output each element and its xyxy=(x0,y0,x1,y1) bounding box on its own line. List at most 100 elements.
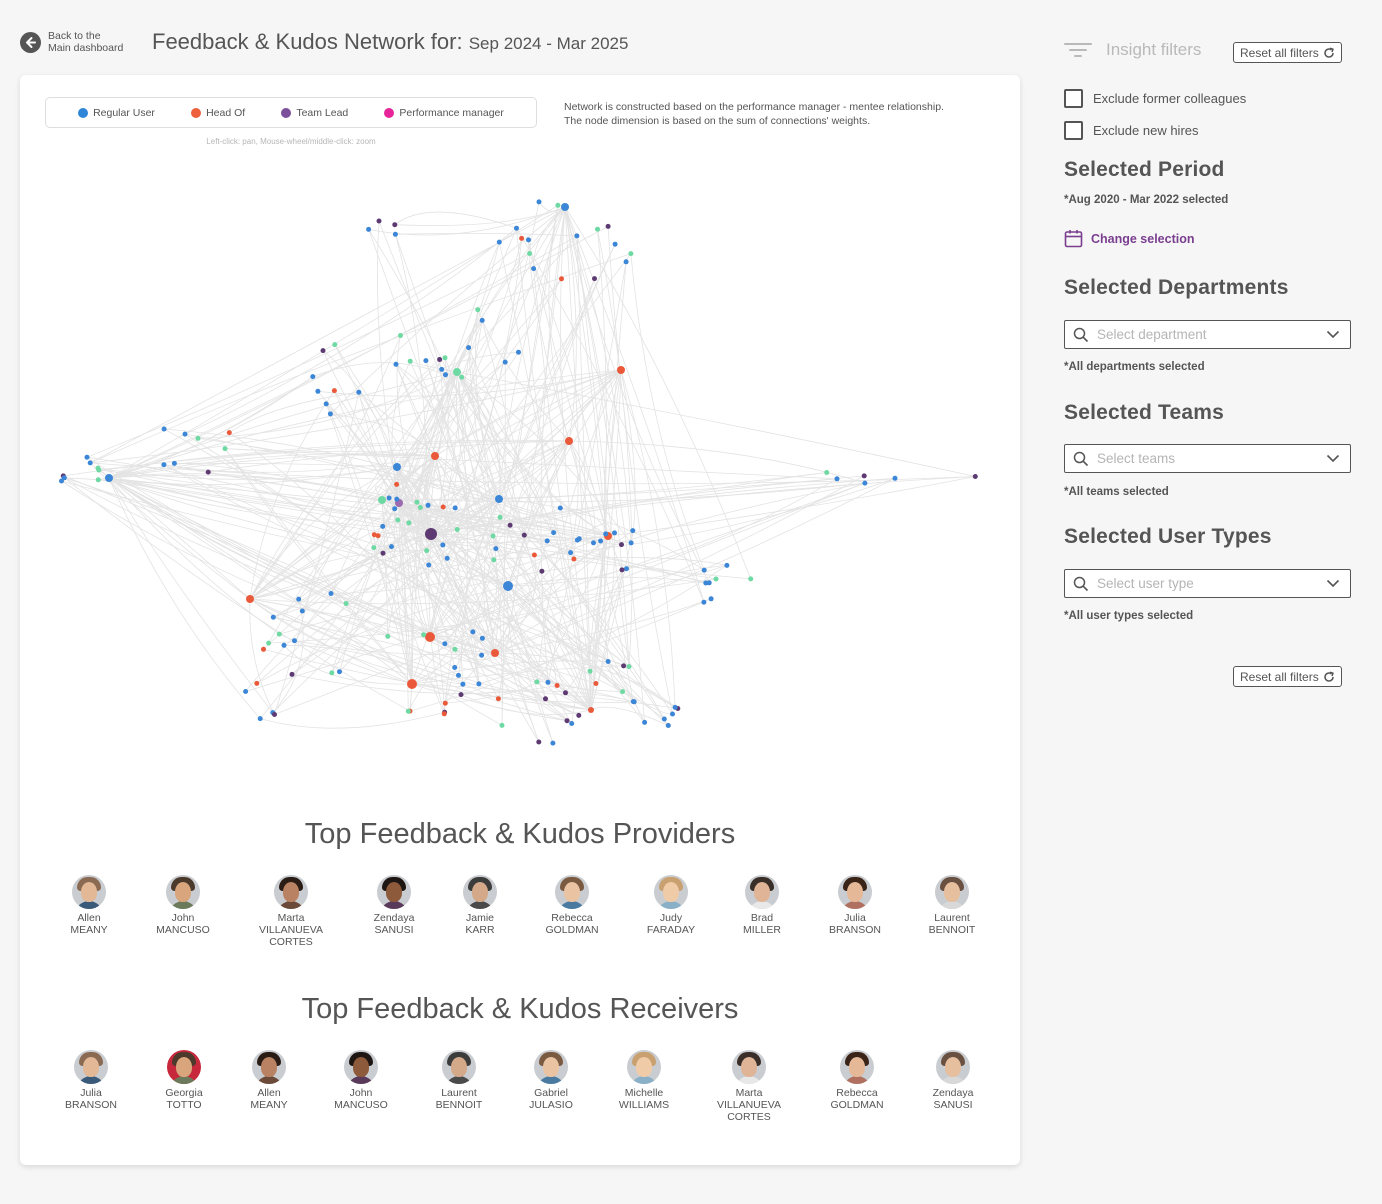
exclude-new-hires-checkbox[interactable]: Exclude new hires xyxy=(1064,121,1199,140)
network-node-regular[interactable] xyxy=(661,716,667,722)
network-node-regular[interactable] xyxy=(440,542,446,548)
network-node-mentor[interactable] xyxy=(442,355,448,361)
network-node-lead[interactable] xyxy=(205,469,211,475)
network-node-mentor[interactable] xyxy=(626,664,632,670)
network-node-head[interactable] xyxy=(519,235,525,241)
network-node-regular[interactable] xyxy=(356,389,362,395)
network-node-mentor[interactable] xyxy=(490,533,496,539)
person-card[interactable]: Allen MEANY xyxy=(219,1050,319,1111)
network-node-regular[interactable] xyxy=(439,366,445,372)
network-node-lead[interactable] xyxy=(289,671,295,677)
person-card[interactable]: Gabriel JULASIO xyxy=(501,1050,601,1111)
person-card[interactable]: Rebecca GOLDMAN xyxy=(522,875,622,936)
network-node-head[interactable] xyxy=(394,481,400,487)
person-card[interactable]: Rebecca GOLDMAN xyxy=(807,1050,907,1111)
network-node-regular[interactable] xyxy=(561,203,569,211)
network-node-regular[interactable] xyxy=(327,411,333,417)
network-node-regular[interactable] xyxy=(425,502,431,508)
network-node-regular[interactable] xyxy=(394,496,400,502)
network-node-regular[interactable] xyxy=(161,426,167,432)
network-node-regular[interactable] xyxy=(299,608,305,614)
network-node-regular[interactable] xyxy=(670,711,675,717)
network-node-regular[interactable] xyxy=(423,358,429,364)
person-card[interactable]: Judy FARADAY xyxy=(621,875,721,936)
network-node-head[interactable] xyxy=(571,556,577,562)
network-node-head[interactable] xyxy=(407,679,417,689)
network-node-mentor[interactable] xyxy=(414,499,420,505)
network-node-mentor[interactable] xyxy=(222,446,228,452)
network-node-regular[interactable] xyxy=(612,241,618,247)
person-card[interactable]: Allen MEANY xyxy=(39,875,139,936)
network-node-head[interactable] xyxy=(440,504,446,510)
network-node-head[interactable] xyxy=(565,437,573,445)
network-node-lead[interactable] xyxy=(272,712,277,717)
network-node-regular[interactable] xyxy=(624,566,629,572)
network-node-mentor[interactable] xyxy=(343,601,349,606)
network-node-regular[interactable] xyxy=(623,259,629,265)
network-node-regular[interactable] xyxy=(442,641,448,647)
network-node-mentor[interactable] xyxy=(266,640,272,646)
network-node-regular[interactable] xyxy=(105,474,113,482)
network-node-regular[interactable] xyxy=(605,659,611,664)
network-node-head[interactable] xyxy=(246,595,254,603)
network-node-regular[interactable] xyxy=(628,540,634,546)
network-node-lead[interactable] xyxy=(425,528,437,540)
person-card[interactable]: Laurent BENNOIT xyxy=(409,1050,509,1111)
network-node-mentor[interactable] xyxy=(534,679,540,685)
network-node-lead[interactable] xyxy=(380,550,386,556)
network-node-regular[interactable] xyxy=(514,225,519,231)
person-card[interactable]: Laurent BENNOIT xyxy=(902,875,1002,936)
network-node-regular[interactable] xyxy=(701,599,707,605)
network-node-regular[interactable] xyxy=(708,596,714,602)
network-node-head[interactable] xyxy=(559,276,564,282)
network-node-head[interactable] xyxy=(531,552,537,558)
network-node-lead[interactable] xyxy=(507,522,513,528)
network-node-head[interactable] xyxy=(491,649,499,657)
network-node-regular[interactable] xyxy=(536,199,542,205)
network-node-lead[interactable] xyxy=(539,568,545,574)
network-node-mentor[interactable] xyxy=(395,517,401,523)
network-node-mentor[interactable] xyxy=(452,646,458,652)
network-node-regular[interactable] xyxy=(452,665,458,670)
network-node-lead[interactable] xyxy=(392,222,398,228)
network-node-lead[interactable] xyxy=(619,542,624,548)
person-card[interactable]: John MANCUSO xyxy=(311,1050,411,1111)
network-node-regular[interactable] xyxy=(724,562,730,568)
network-node-regular[interactable] xyxy=(466,345,472,351)
network-node-regular[interactable] xyxy=(551,530,557,536)
network-node-regular[interactable] xyxy=(479,652,485,658)
network-node-mentor[interactable] xyxy=(628,251,634,257)
network-node-lead[interactable] xyxy=(972,474,978,479)
network-node-lead[interactable] xyxy=(543,696,548,702)
person-card[interactable]: John MANCUSO xyxy=(133,875,233,936)
network-node-mentor[interactable] xyxy=(405,708,411,714)
network-node-regular[interactable] xyxy=(612,530,617,536)
network-node-lead[interactable] xyxy=(458,692,464,698)
person-card[interactable]: Marta VILLANUEVA CORTES xyxy=(241,875,341,948)
checkbox-box[interactable] xyxy=(1064,89,1083,108)
network-node-regular[interactable] xyxy=(701,567,707,573)
network-node-mentor[interactable] xyxy=(453,368,461,376)
department-select[interactable]: Select department xyxy=(1064,320,1351,349)
network-node-mentor[interactable] xyxy=(499,722,505,728)
exclude-former-colleagues-checkbox[interactable]: Exclude former colleagues xyxy=(1064,89,1246,108)
network-node-regular[interactable] xyxy=(456,672,461,678)
network-node-regular[interactable] xyxy=(574,233,580,239)
network-node-regular[interactable] xyxy=(544,538,550,544)
network-node-regular[interactable] xyxy=(479,317,485,323)
person-card[interactable]: Zendaya SANUSI xyxy=(903,1050,1003,1111)
network-node-mentor[interactable] xyxy=(527,251,533,256)
network-node-regular[interactable] xyxy=(389,544,394,550)
network-node-regular[interactable] xyxy=(603,531,609,537)
network-node-regular[interactable] xyxy=(393,361,399,367)
network-node-regular[interactable] xyxy=(380,523,386,529)
network-node-mentor[interactable] xyxy=(406,520,412,526)
network-node-mentor[interactable] xyxy=(587,668,593,674)
network-node-regular[interactable] xyxy=(557,505,563,511)
network-node-mentor[interactable] xyxy=(555,202,561,208)
network-node-mentor[interactable] xyxy=(475,307,481,313)
network-node-mentor[interactable] xyxy=(378,496,386,504)
network-node-mentor[interactable] xyxy=(332,342,338,348)
network-node-regular[interactable] xyxy=(315,388,321,394)
network-node-regular[interactable] xyxy=(171,460,177,466)
